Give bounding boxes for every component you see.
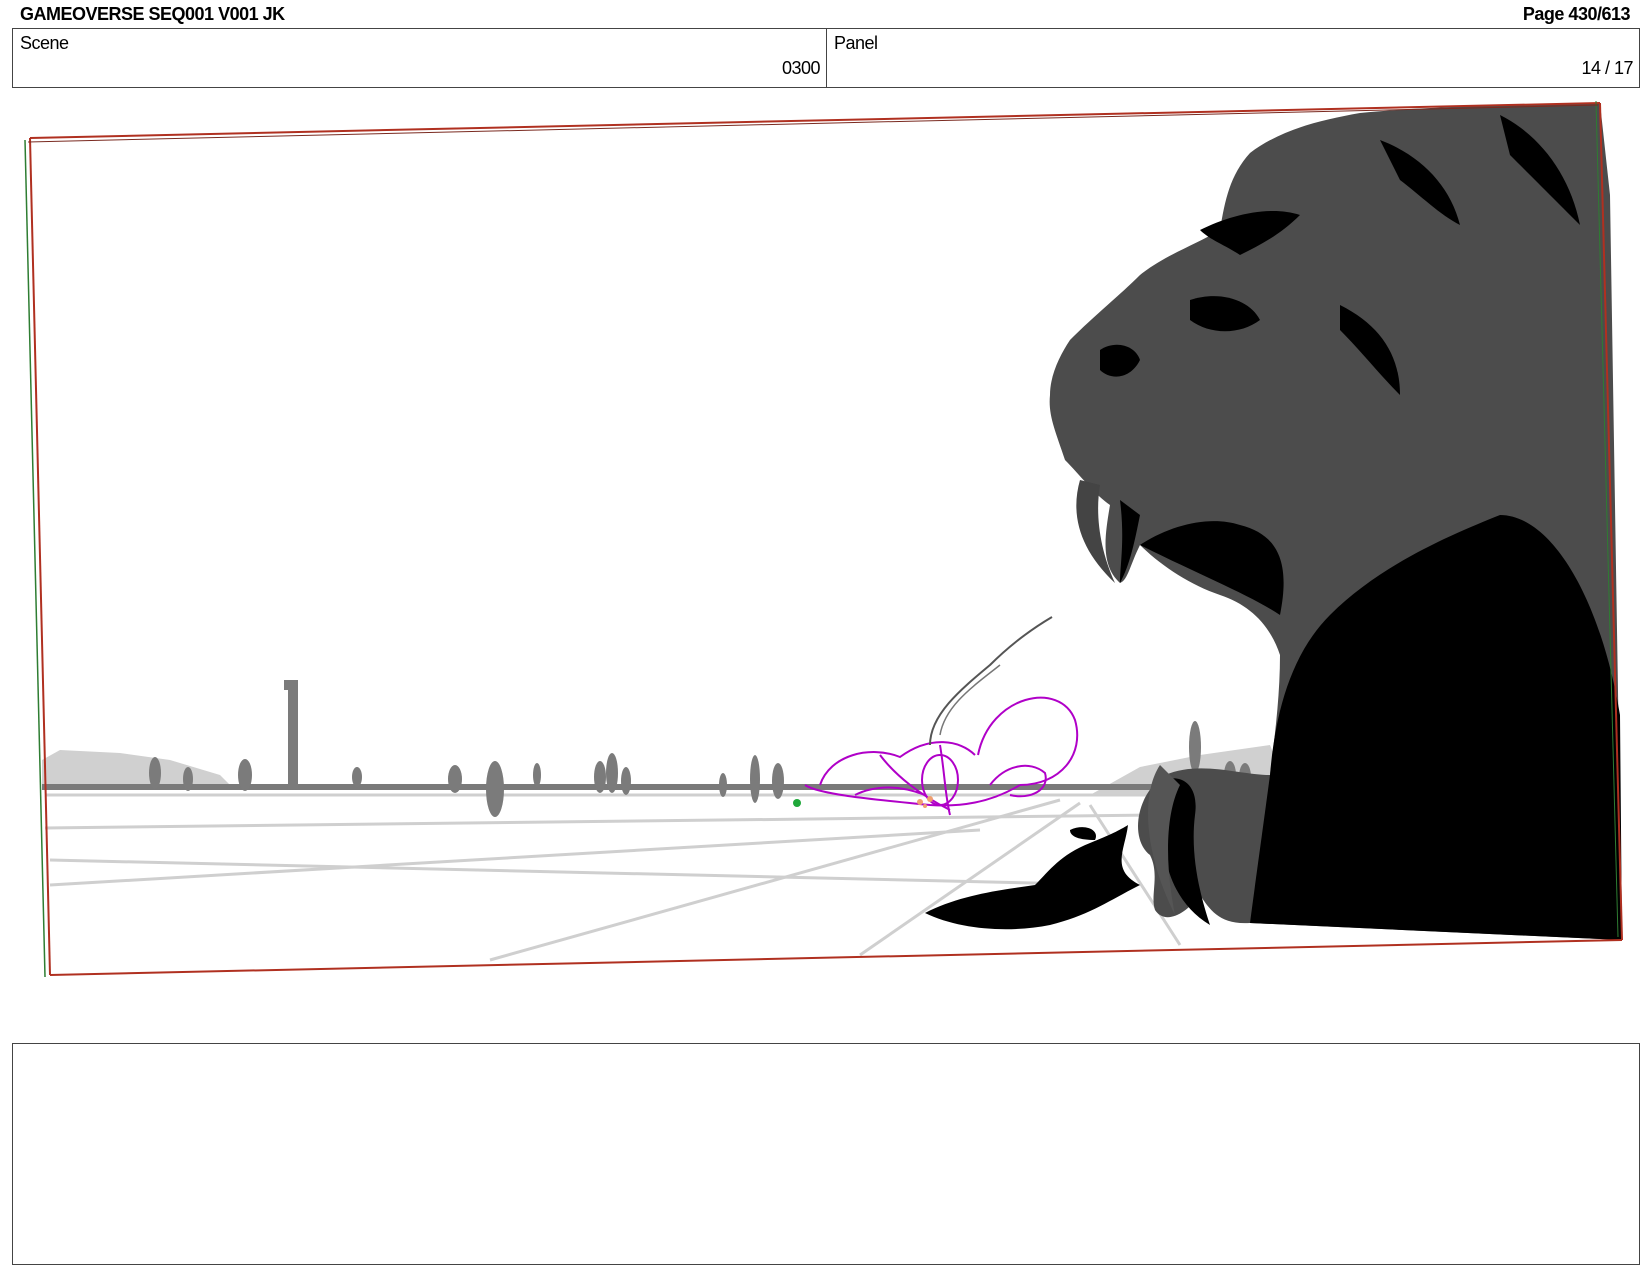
scene-label: Scene — [20, 33, 69, 53]
scene-cell: Scene 0300 — [13, 29, 827, 87]
panel-number: 14 / 17 — [1581, 58, 1633, 78]
panel-label: Panel — [834, 33, 878, 53]
storyboard-frame — [0, 95, 1650, 1045]
panel-cell: Panel 14 / 17 — [827, 29, 1639, 87]
notes-box — [12, 1043, 1640, 1265]
panel-info-box: Scene 0300 Panel 14 / 17 — [12, 28, 1640, 88]
document-title: GAMEOVERSE SEQ001 V001 JK — [20, 4, 285, 24]
scene-number: 0300 — [781, 58, 821, 78]
page-number: Page 430/613 — [1522, 4, 1631, 24]
storyboard-sketch-image — [24, 100, 1623, 978]
